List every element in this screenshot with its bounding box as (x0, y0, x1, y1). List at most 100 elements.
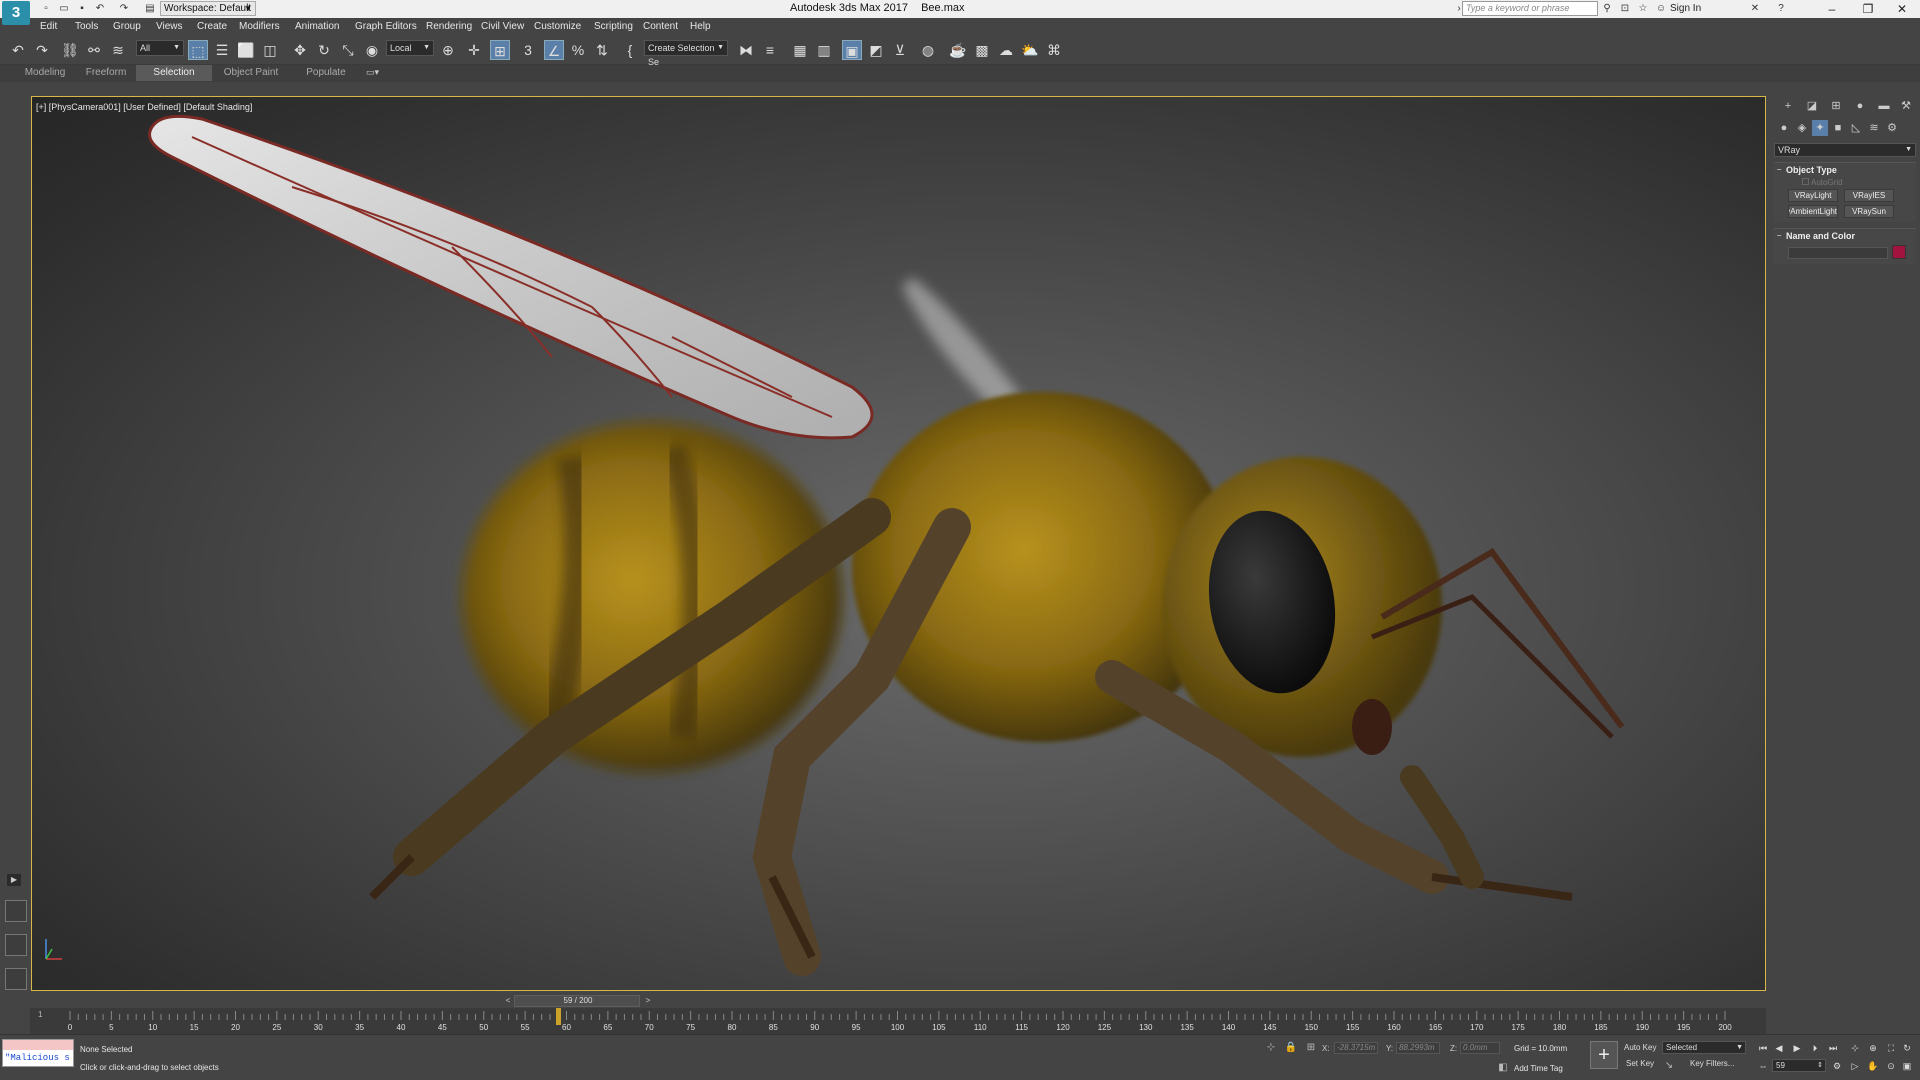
curve-editor-icon[interactable]: ◩ (866, 40, 886, 60)
subscription-icon[interactable]: ⊡ (1618, 2, 1632, 15)
cameras-icon[interactable]: ■ (1830, 120, 1846, 136)
perspective-viewport[interactable]: [+] [PhysCamera001] [User Defined] [Defa… (31, 96, 1766, 991)
x-coordinate-field[interactable]: -28.3715m (1334, 1042, 1378, 1054)
layer-explorer-icon[interactable]: ▥ (814, 40, 834, 60)
menu-help[interactable]: Help (690, 21, 711, 32)
object-color-swatch[interactable] (1892, 245, 1906, 259)
lights-icon[interactable]: ✦ (1812, 120, 1828, 136)
geometry-icon[interactable]: ● (1776, 120, 1792, 136)
project-folder-icon[interactable]: ▤ (142, 2, 158, 15)
key-mode-toggle-icon[interactable]: ⇔ (1756, 1059, 1770, 1073)
tab-object-paint[interactable]: Object Paint (214, 65, 288, 81)
systems-icon[interactable]: ⚙ (1884, 120, 1900, 136)
time-config-icon[interactable]: ⚙ (1830, 1059, 1844, 1073)
timeline-playhead[interactable] (556, 1008, 562, 1025)
selection-filter-dropdown[interactable]: All ▼ (136, 40, 184, 56)
maxscript-listener[interactable]: "Malicious s (2, 1039, 74, 1067)
go-to-end-icon[interactable]: ⏭ (1826, 1041, 1840, 1055)
user-icon[interactable]: ☺ (1654, 2, 1668, 15)
space-warps-icon[interactable]: ≋ (1866, 120, 1882, 136)
time-slider-thumb[interactable]: 59 / 200 (514, 995, 640, 1007)
menu-civil-view[interactable]: Civil View (481, 21, 524, 32)
menu-content[interactable]: Content (643, 21, 678, 32)
key-filters-button[interactable]: Key Filters... (1690, 1057, 1734, 1071)
rendered-frame-window-icon[interactable]: ▩ (972, 40, 992, 60)
snap-icon[interactable]: ∠ (544, 40, 564, 60)
isolate-selection-icon[interactable]: ⊹ (1264, 1041, 1278, 1055)
undo-icon[interactable]: ↶ (8, 40, 28, 60)
edit-named-selection-icon[interactable]: { (620, 40, 640, 60)
menu-animation[interactable]: Animation (295, 21, 339, 32)
tab-modeling[interactable]: Modeling (14, 65, 76, 81)
reference-coordinate-dropdown[interactable]: Local ▼ (386, 40, 434, 56)
go-to-start-icon[interactable]: ⏮ (1756, 1041, 1770, 1055)
y-coordinate-field[interactable]: 88.2993m (1396, 1042, 1440, 1054)
menu-views[interactable]: Views (156, 21, 183, 32)
viewport-layout-tab-2[interactable] (5, 934, 27, 956)
tab-selection[interactable]: Selection (136, 65, 212, 81)
pivot-center-icon[interactable]: ⊕ (438, 40, 458, 60)
create-icon[interactable]: + (1780, 98, 1796, 114)
viewport-layout-tab-3[interactable] (5, 968, 27, 990)
workspace-dropdown[interactable]: Workspace: Default ▼ (160, 1, 256, 16)
play-icon[interactable]: ▶ (1790, 1041, 1804, 1055)
link-icon[interactable]: ⛓ (60, 40, 80, 60)
utilities-icon[interactable]: ⚒ (1898, 98, 1914, 114)
app-logo-icon[interactable]: 3 (2, 1, 30, 25)
keyword-search-input[interactable]: Type a keyword or phrase (1462, 1, 1598, 16)
menu-tools[interactable]: Tools (75, 21, 98, 32)
current-frame-field[interactable]: 59 ⇕ (1772, 1059, 1826, 1072)
display-icon[interactable]: ▬ (1876, 98, 1892, 114)
select-by-name-icon[interactable]: ☰ (212, 40, 232, 60)
expand-layout-icon[interactable]: ▶ (7, 874, 21, 886)
menu-create[interactable]: Create (197, 21, 227, 32)
minimize-icon[interactable]: – (1812, 0, 1852, 18)
helpers-icon[interactable]: ◺ (1848, 120, 1864, 136)
tab-freeform[interactable]: Freeform (78, 65, 134, 81)
name-and-color-header[interactable]: – Name and Color (1774, 229, 1916, 243)
scene-explorer-icon[interactable]: ▦ (790, 40, 810, 60)
ribbon-toggle-icon[interactable]: ▣ (842, 40, 862, 60)
next-frame-icon[interactable]: > (642, 996, 654, 1006)
set-keys-icon[interactable]: + (1590, 1041, 1618, 1069)
vraylight-button[interactable]: VRayLight (1788, 189, 1838, 202)
add-time-tag[interactable]: Add Time Tag (1514, 1064, 1563, 1073)
ribbon-options-icon[interactable]: ▭▾ (366, 67, 384, 79)
render-production-icon[interactable]: ☁ (996, 40, 1016, 60)
menu-graph-editors[interactable]: Graph Editors (355, 21, 417, 32)
object-type-header[interactable]: – Object Type (1774, 163, 1916, 177)
place-icon[interactable]: ◉ (362, 40, 382, 60)
zoom-extents-icon[interactable]: ⊹ (1848, 1041, 1862, 1055)
pan-view-icon[interactable]: ✋ (1866, 1059, 1880, 1073)
vraysun-button[interactable]: VRaySun (1844, 205, 1894, 218)
menu-group[interactable]: Group (113, 21, 141, 32)
object-name-field[interactable] (1788, 247, 1888, 259)
exchange-icon[interactable]: ✕ (1748, 2, 1762, 15)
new-file-icon[interactable]: ▫ (38, 2, 54, 15)
previous-frame-icon[interactable]: < (502, 996, 514, 1006)
absolute-mode-icon[interactable]: ⊞ (1304, 1041, 1318, 1055)
select-manipulate-icon[interactable]: ✛ (464, 40, 484, 60)
snap-3d-icon[interactable]: 3 (518, 40, 538, 60)
vrayambientlight-button[interactable]: VRayAmbientLight (1788, 205, 1838, 218)
previous-key-icon[interactable]: ◀ (1772, 1041, 1786, 1055)
render-setup-icon[interactable]: ☕ (948, 40, 968, 60)
viewport-layout-tab-1[interactable] (5, 900, 27, 922)
rectangular-selection-icon[interactable]: ⬜ (236, 40, 256, 60)
menu-scripting[interactable]: Scripting (594, 21, 633, 32)
rotate-icon[interactable]: ↻ (314, 40, 334, 60)
unlink-icon[interactable]: ⚯ (84, 40, 104, 60)
shapes-icon[interactable]: ◈ (1794, 120, 1810, 136)
binoculars-icon[interactable]: ⚲ (1600, 2, 1614, 15)
undo-icon[interactable]: ↶ (92, 2, 108, 15)
named-selection-dropdown[interactable]: Create Selection Se ▼ (644, 40, 728, 67)
category-dropdown[interactable]: VRay ▼ (1774, 143, 1916, 157)
viewport-label[interactable]: [+] [PhysCamera001] [User Defined] [Defa… (36, 102, 252, 112)
set-key-button[interactable]: Set Key (1626, 1057, 1654, 1071)
sign-in-link[interactable]: Sign In (1670, 3, 1701, 14)
menu-rendering[interactable]: Rendering (426, 21, 472, 32)
render-iterative-icon[interactable]: ⛅ (1020, 40, 1040, 60)
auto-key-button[interactable]: Auto Key (1624, 1041, 1656, 1055)
schematic-view-icon[interactable]: ⊻ (890, 40, 910, 60)
selection-lock-icon[interactable]: 🔒 (1284, 1041, 1298, 1055)
